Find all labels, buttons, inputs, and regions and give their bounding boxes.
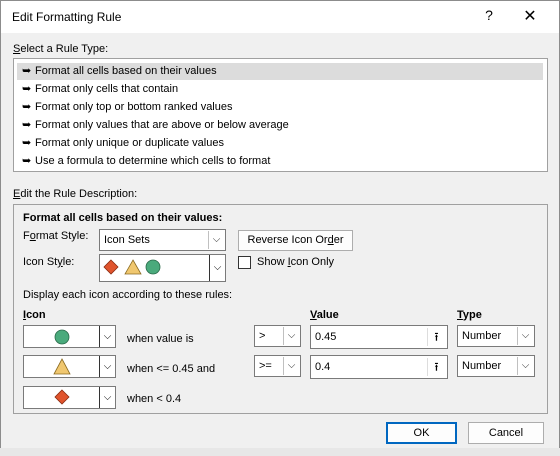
green-circle-icon [54,329,70,345]
arrow-bullet-icon: ➥ [22,137,32,149]
rule-type-item[interactable]: ➥ Format only unique or duplicate values [17,135,543,152]
red-diamond-icon [54,389,70,405]
title-bar: Edit Formatting Rule ? ✕ [1,1,559,33]
rule-type-item[interactable]: ➥ Format all cells based on their values [17,63,543,80]
type-select-1[interactable]: Number ⌵ [457,325,535,347]
green-circle-icon [145,259,161,275]
red-diamond-icon [103,259,119,275]
rule-type-item[interactable]: ➥ Use a formula to determine which cells … [17,153,543,170]
chevron-down-icon: ⌵ [99,326,115,347]
yellow-triangle-icon [53,358,71,375]
show-icon-only-checkbox[interactable] [238,256,251,269]
help-button[interactable]: ? [479,7,499,23]
range-select-icon[interactable]: ⭱ [427,358,445,376]
close-button[interactable]: ✕ [520,6,540,26]
arrow-bullet-icon: ➥ [22,101,32,113]
type-column-header: Type [457,309,482,321]
rule-type-list[interactable]: ➥ Format all cells based on their values … [13,58,548,172]
rule-condition-text: when < 0.4 [127,393,182,405]
icon-style-label: Icon Style: [23,256,75,268]
reverse-icon-order-button[interactable]: Reverse Icon Order [238,230,353,251]
chevron-down-icon: ⌵ [209,255,225,281]
description-heading: Format all cells based on their values: [23,212,223,224]
background-strip [0,448,560,456]
value-column-header: Value [310,309,339,321]
edit-formatting-rule-dialog: Edit Formatting Rule ? ✕ Select a Rule T… [0,0,560,450]
show-icon-only-label: Show Icon Only [257,256,335,268]
rule-condition-text: when <= 0.45 and [127,363,216,375]
rule-type-item[interactable]: ➥ Format only values that are above or be… [17,117,543,134]
arrow-bullet-icon: ➥ [22,119,32,131]
arrow-bullet-icon: ➥ [22,155,32,167]
rule-condition-text: when value is [127,333,194,345]
format-style-select[interactable]: Icon Sets ⌵ [99,229,226,251]
value-input-1[interactable]: 0.45 ⭱ [310,325,448,349]
type-select-2[interactable]: Number ⌵ [457,355,535,377]
cancel-button[interactable]: Cancel [468,422,544,444]
chevron-down-icon: ⌵ [283,327,299,345]
chevron-down-icon: ⌵ [99,387,115,408]
icon-select-3[interactable]: ⌵ [23,386,116,409]
dialog-title: Edit Formatting Rule [12,10,122,24]
chevron-down-icon: ⌵ [517,327,533,345]
rule-description-label: Edit the Rule Description: [13,188,138,200]
chevron-down-icon: ⌵ [208,231,224,249]
chevron-down-icon: ⌵ [99,356,115,377]
chevron-down-icon: ⌵ [517,357,533,375]
chevron-down-icon: ⌵ [283,357,299,375]
icon-set-preview [103,259,161,275]
icon-style-select[interactable]: ⌵ [99,254,226,282]
rules-caption: Display each icon according to these rul… [23,289,233,301]
rule-type-item[interactable]: ➥ Format only top or bottom ranked values [17,99,543,116]
icon-select-1[interactable]: ⌵ [23,325,116,348]
ok-button[interactable]: OK [386,422,457,444]
yellow-triangle-icon [124,259,142,275]
rule-type-item[interactable]: ➥ Format only cells that contain [17,81,543,98]
icon-select-2[interactable]: ⌵ [23,355,116,378]
icon-column-header: Icon [23,309,46,321]
arrow-bullet-icon: ➥ [22,65,32,77]
range-select-icon[interactable]: ⭱ [427,328,445,346]
operator-select-1[interactable]: > ⌵ [254,325,301,347]
rule-type-label: Select a Rule Type: [13,43,109,55]
arrow-bullet-icon: ➥ [22,83,32,95]
rule-description-panel: Format all cells based on their values: … [13,204,548,414]
value-input-2[interactable]: 0.4 ⭱ [310,355,448,379]
format-style-label: Format Style: [23,230,89,242]
operator-select-2[interactable]: >= ⌵ [254,355,301,377]
